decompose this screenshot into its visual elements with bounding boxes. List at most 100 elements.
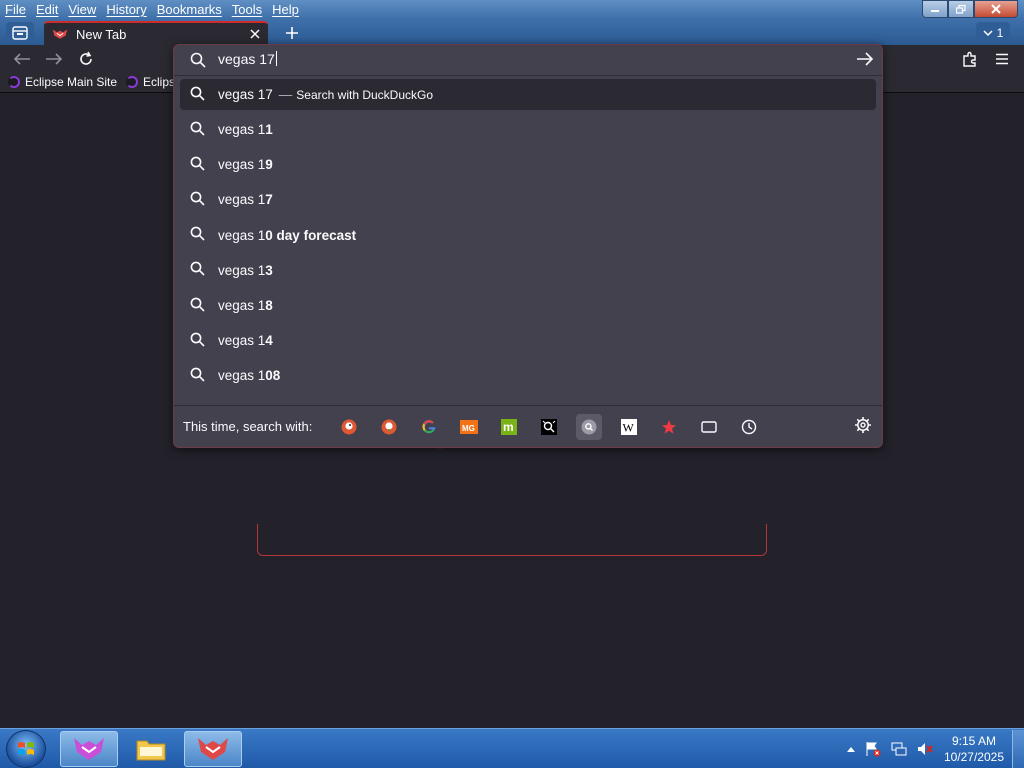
bookmark-label: Eclips: [143, 75, 176, 89]
tab-list-button[interactable]: 1: [976, 22, 1010, 43]
search-icon: [190, 52, 206, 68]
search-icon: [190, 86, 205, 104]
restore-button[interactable]: [948, 0, 974, 18]
engine-metager[interactable]: MG: [456, 414, 482, 440]
taskbar-file-explorer[interactable]: [122, 731, 180, 767]
search-icon: [190, 191, 205, 209]
suggestion-row[interactable]: vegas 13: [180, 253, 876, 288]
engine-tabs[interactable]: [696, 414, 722, 440]
divider: [174, 75, 882, 76]
new-tab-button[interactable]: [280, 22, 304, 43]
browser-fox-icon: [52, 29, 68, 39]
taskbar-browser-red[interactable]: [184, 731, 242, 767]
engine-wikipedia[interactable]: W: [616, 414, 642, 440]
address-input[interactable]: vegas 17: [218, 51, 277, 67]
suggestion-row[interactable]: vegas 11: [180, 112, 876, 147]
search-icon: [190, 367, 205, 385]
clock[interactable]: 9:15 AM 10/27/2025: [944, 733, 1004, 765]
menu-bar: File Edit View History Bookmarks Tools H…: [0, 0, 304, 20]
menu-help[interactable]: Help: [267, 0, 304, 20]
firefox-view-button[interactable]: [6, 22, 34, 43]
menu-tools[interactable]: Tools: [227, 0, 267, 20]
suggestion-text: vegas 18: [218, 298, 273, 314]
forward-button[interactable]: [42, 47, 66, 71]
menu-history[interactable]: History: [101, 0, 151, 20]
close-window-button[interactable]: [974, 0, 1018, 18]
svg-text:W: W: [623, 421, 635, 435]
svg-text:m: m: [503, 420, 514, 434]
suggestion-action: Search with DuckDuckGo: [296, 88, 434, 102]
bookmark-eclipse-main-site[interactable]: Eclipse Main Site: [8, 75, 117, 89]
search-settings-button[interactable]: [854, 416, 872, 437]
go-arrow-icon[interactable]: [856, 51, 874, 67]
plus-icon: [286, 26, 298, 39]
suggestion-text: vegas 17: [218, 192, 273, 208]
menu-edit[interactable]: Edit: [31, 0, 63, 20]
engine-searx[interactable]: [536, 414, 562, 440]
search-icon: [190, 261, 205, 279]
suggestion-row[interactable]: vegas 18: [180, 288, 876, 323]
tab-close-button[interactable]: [250, 26, 260, 43]
local-search-icon: [581, 419, 597, 435]
suggestion-row[interactable]: vegas 19: [180, 147, 876, 182]
action-center-icon[interactable]: [865, 741, 881, 757]
engine-local-search[interactable]: [576, 414, 602, 440]
suggestion-text: vegas 17— Search with DuckDuckGo: [218, 87, 434, 102]
suggestion-text: vegas 108: [218, 368, 281, 384]
show-hidden-icons-button[interactable]: [846, 746, 855, 752]
address-bar-dropdown: vegas 17 vegas 17— Search with DuckDuckGo…: [173, 44, 883, 448]
eclipse-logo-icon: [126, 76, 138, 88]
search-icon: [190, 297, 205, 315]
page-search-box[interactable]: [257, 524, 767, 556]
title-bar: File Edit View History Bookmarks Tools H…: [0, 0, 1024, 20]
suggestion-text: vegas 19: [218, 157, 273, 173]
engine-mojeek[interactable]: m: [496, 414, 522, 440]
suggestion-row[interactable]: vegas 108: [180, 358, 876, 393]
engine-google[interactable]: [416, 414, 442, 440]
taskbar-browser-purple[interactable]: [60, 731, 118, 767]
engine-bookmarks[interactable]: [656, 414, 682, 440]
start-button[interactable]: [6, 730, 46, 768]
suggestion-text: vegas 11: [218, 122, 273, 138]
bookmark-eclipse[interactable]: Eclips: [126, 75, 175, 89]
network-icon[interactable]: [891, 741, 907, 757]
tab-strip: New Tab 1: [0, 20, 1024, 45]
app-menu-button[interactable]: [990, 47, 1014, 71]
extensions-button[interactable]: [958, 47, 982, 71]
search-icon: [190, 332, 205, 350]
eclipse-logo-icon: [8, 76, 20, 88]
forward-arrow-icon: [46, 53, 63, 65]
speaker-muted-icon: [917, 743, 933, 755]
bookmark-label: Eclipse Main Site: [25, 75, 118, 89]
tab-new-tab[interactable]: New Tab: [44, 21, 268, 45]
back-button[interactable]: [10, 47, 34, 71]
show-desktop-button[interactable]: [1012, 730, 1024, 768]
window-controls: [922, 0, 1018, 18]
engine-duckduckgo-lite[interactable]: [376, 414, 402, 440]
hamburger-menu-icon: [996, 53, 1008, 65]
address-bar[interactable]: vegas 17: [174, 45, 882, 75]
engine-duckduckgo[interactable]: [336, 414, 362, 440]
svg-text:MG: MG: [462, 424, 475, 433]
history-clock-icon: [741, 419, 757, 435]
reload-button[interactable]: [74, 47, 98, 71]
engine-history[interactable]: [736, 414, 762, 440]
firefox-view-icon: [12, 25, 28, 40]
google-icon: [422, 420, 436, 434]
gear-icon: [855, 417, 871, 433]
wikipedia-icon: W: [621, 419, 637, 435]
menu-file[interactable]: File: [0, 0, 31, 20]
suggestion-row[interactable]: vegas 17— Search with DuckDuckGo: [180, 79, 876, 110]
suggestion-row[interactable]: vegas 14: [180, 323, 876, 358]
puzzle-piece-icon: [963, 51, 976, 67]
suggestion-row[interactable]: vegas 10 day forecast: [180, 218, 876, 253]
suggestion-row[interactable]: vegas 17: [180, 182, 876, 217]
close-icon: [250, 28, 260, 39]
mojeek-icon: m: [501, 419, 517, 435]
menu-view[interactable]: View: [63, 0, 101, 20]
minimize-button[interactable]: [922, 0, 948, 18]
browser-fox-icon: [198, 738, 228, 760]
taskbar: 9:15 AM 10/27/2025: [0, 728, 1024, 768]
volume-icon[interactable]: [917, 741, 933, 757]
menu-bookmarks[interactable]: Bookmarks: [152, 0, 227, 20]
